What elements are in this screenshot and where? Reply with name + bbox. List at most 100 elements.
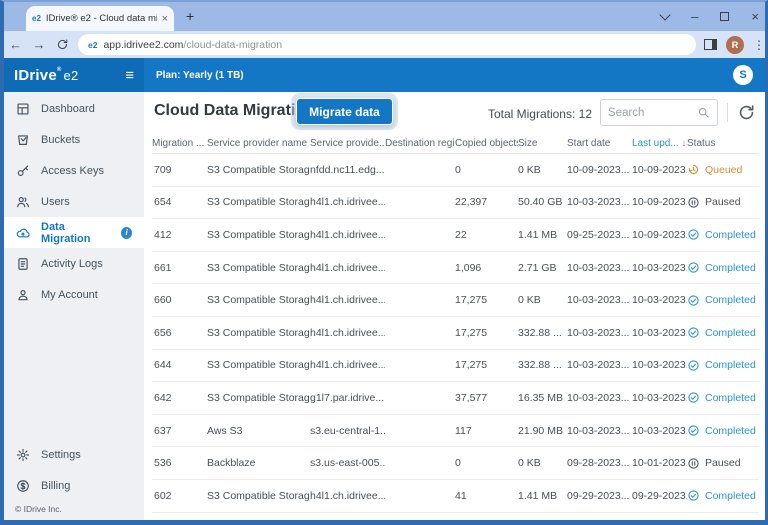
search-icon	[697, 106, 710, 119]
table-row[interactable]: 656S3 Compatible Storageh4l1.ch.idrivee.…	[152, 317, 759, 350]
cell-status: Completed	[687, 424, 759, 437]
sidebar-item-access-keys[interactable]: Access Keys	[4, 155, 144, 186]
cell-id: 637	[152, 425, 207, 437]
status-label: Queued	[705, 164, 742, 176]
dashboard-icon	[16, 102, 30, 116]
cell-start: 10-03-2023...	[567, 294, 632, 306]
table-row[interactable]: 709S3 Compatible Storagenfdd.nc11.edg...…	[152, 154, 759, 187]
cell-updated: 10-03-2023...	[632, 327, 687, 339]
table-row[interactable]: 536Backblazes3.us-east-005...00 KB09-28-…	[152, 447, 759, 480]
plan-bar: Plan: Yearly (1 TB) S	[144, 58, 765, 92]
buckets-icon	[16, 133, 30, 147]
cell-size: 21.90 MB	[518, 425, 567, 437]
sidebar-item-data-migration[interactable]: Data Migrationi	[4, 217, 144, 248]
col-address[interactable]: Service provide...	[310, 138, 385, 149]
table-row[interactable]: 412S3 Compatible Storageh4l1.ch.idrivee.…	[152, 219, 759, 252]
table-row[interactable]: 602S3 Compatible Storageh4l1.ch.idrivee.…	[152, 480, 759, 513]
chevron-down-icon[interactable]	[660, 9, 671, 20]
cell-objects: 117	[455, 425, 518, 437]
col-updated[interactable]: Last upd...↓	[632, 138, 687, 149]
refresh-icon[interactable]	[737, 103, 756, 122]
activity-logs-icon	[16, 257, 30, 271]
cell-status: Completed	[687, 294, 759, 307]
cell-status: Completed	[687, 261, 759, 274]
total-migrations-label: Total Migrations: 12	[462, 107, 592, 121]
back-icon[interactable]: ←	[4, 37, 27, 52]
cell-updated: 10-03-2023...	[632, 359, 687, 371]
search-input[interactable]	[608, 107, 697, 119]
side-panel-icon[interactable]	[704, 39, 717, 50]
cell-address: h4l1.ch.idrivee...	[310, 294, 385, 306]
cell-status: Queued	[687, 163, 759, 176]
cell-size: 332.88 ...	[518, 359, 567, 371]
cell-objects: 0	[455, 164, 518, 176]
browser-tab[interactable]: e2 IDrive® e2 - Cloud data migrat... ×	[26, 6, 174, 31]
settings-icon	[16, 448, 30, 462]
cell-objects: 22	[455, 229, 518, 241]
page-title: Cloud Data Migration	[154, 102, 315, 120]
cell-provider: S3 Compatible Storage	[207, 392, 310, 404]
table-row[interactable]: 660S3 Compatible Storageh4l1.ch.idrivee.…	[152, 284, 759, 317]
account-avatar[interactable]: S	[733, 65, 753, 85]
cell-provider: S3 Compatible Storage	[207, 327, 310, 339]
col-provider[interactable]: Service provider name	[207, 138, 310, 149]
col-id[interactable]: Migration ...	[152, 138, 207, 149]
forward-icon[interactable]: →	[27, 37, 50, 52]
plan-label: Plan: Yearly (1 TB)	[156, 70, 244, 81]
status-label: Completed	[705, 425, 756, 437]
table-row[interactable]: 661S3 Compatible Storageh4l1.ch.idrivee.…	[152, 252, 759, 285]
sidebar-item-buckets[interactable]: Buckets	[4, 124, 144, 155]
new-tab-button[interactable]: +	[186, 8, 194, 24]
cell-updated: 10-03-2023...	[632, 425, 687, 437]
info-icon[interactable]: i	[121, 227, 132, 239]
table-row[interactable]: 654S3 Compatible Storageh4l1.ch.idrivee.…	[152, 187, 759, 220]
cell-size: 0 KB	[518, 294, 567, 306]
completed-icon	[687, 326, 700, 339]
sidebar-item-dashboard[interactable]: Dashboard	[4, 93, 144, 124]
cell-updated: 10-09-2023...	[632, 196, 687, 208]
completed-icon	[687, 424, 700, 437]
col-region[interactable]: Destination regi...	[385, 138, 455, 149]
reload-icon[interactable]	[51, 38, 74, 51]
hamburger-menu-icon[interactable]: ≡	[125, 67, 134, 84]
cell-provider: S3 Compatible Storage	[207, 294, 310, 306]
browser-profile-avatar[interactable]: R	[726, 36, 744, 54]
window-maximize-button[interactable]	[720, 12, 729, 21]
sidebar-item-activity-logs[interactable]: Activity Logs	[4, 248, 144, 279]
sidebar-item-settings[interactable]: Settings	[4, 439, 144, 470]
cell-id: 660	[152, 294, 207, 306]
sidebar-item-label: Activity Logs	[41, 258, 103, 270]
sidebar-item-users[interactable]: Users	[4, 186, 144, 217]
window-controls: – ×	[661, 2, 759, 31]
cell-size: 2.71 GB	[518, 262, 567, 274]
col-start[interactable]: Start date	[567, 138, 632, 149]
tab-close-icon[interactable]: ×	[162, 13, 168, 25]
window-minimize-button[interactable]: –	[691, 9, 698, 24]
table-row[interactable]: 642S3 Compatible Storageg1l7.par.idrive.…	[152, 382, 759, 415]
cell-provider: S3 Compatible Storage	[207, 490, 310, 502]
logo-text: IDrive	[14, 67, 57, 84]
copyright-label: © IDrive Inc.	[15, 504, 62, 514]
cell-updated: 10-01-2023...	[632, 457, 687, 469]
sidebar-item-billing[interactable]: Billing	[4, 470, 144, 501]
sidebar-item-my-account[interactable]: My Account	[4, 279, 144, 310]
col-objects[interactable]: Copied objects	[455, 138, 518, 149]
col-size[interactable]: Size	[518, 138, 567, 149]
table-row[interactable]: 644S3 Compatible Storageh4l1.ch.idrivee.…	[152, 350, 759, 383]
completed-icon	[687, 261, 700, 274]
access-keys-icon	[16, 164, 30, 178]
browser-tab-strip: e2 IDrive® e2 - Cloud data migrat... × +…	[4, 2, 765, 31]
cell-start: 09-28-2023...	[567, 457, 632, 469]
window-close-button[interactable]: ×	[751, 9, 759, 24]
cell-size: 1.41 MB	[518, 490, 567, 502]
cell-id: 602	[152, 490, 207, 502]
browser-menu-icon[interactable]: ⋮	[753, 38, 765, 52]
table-row[interactable]: 637Aws S3s3.eu-central-1...11721.90 MB10…	[152, 415, 759, 448]
cell-provider: Aws S3	[207, 425, 310, 437]
cell-provider: S3 Compatible Storage	[207, 359, 310, 371]
app-header: IDrive®e2 ≡ Plan: Yearly (1 TB) S	[4, 58, 765, 92]
completed-icon	[687, 391, 700, 404]
col-status[interactable]: Status	[687, 138, 759, 149]
address-bar[interactable]: e2 app.idrivee2.com /cloud-data-migratio…	[78, 34, 696, 55]
migrate-data-button[interactable]: Migrate data	[296, 98, 393, 125]
